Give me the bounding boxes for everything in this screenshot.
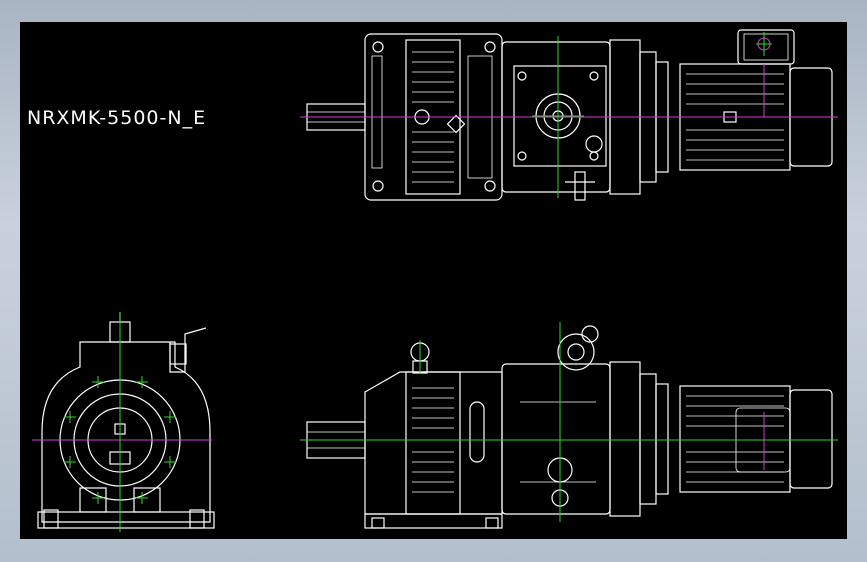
cad-linework	[32, 29, 838, 532]
top-view	[300, 29, 838, 201]
front-end-view	[32, 312, 215, 532]
side-elevation-view	[300, 322, 838, 529]
cad-drawing-canvas[interactable]: NRXMK-5500-N_E	[20, 22, 847, 539]
